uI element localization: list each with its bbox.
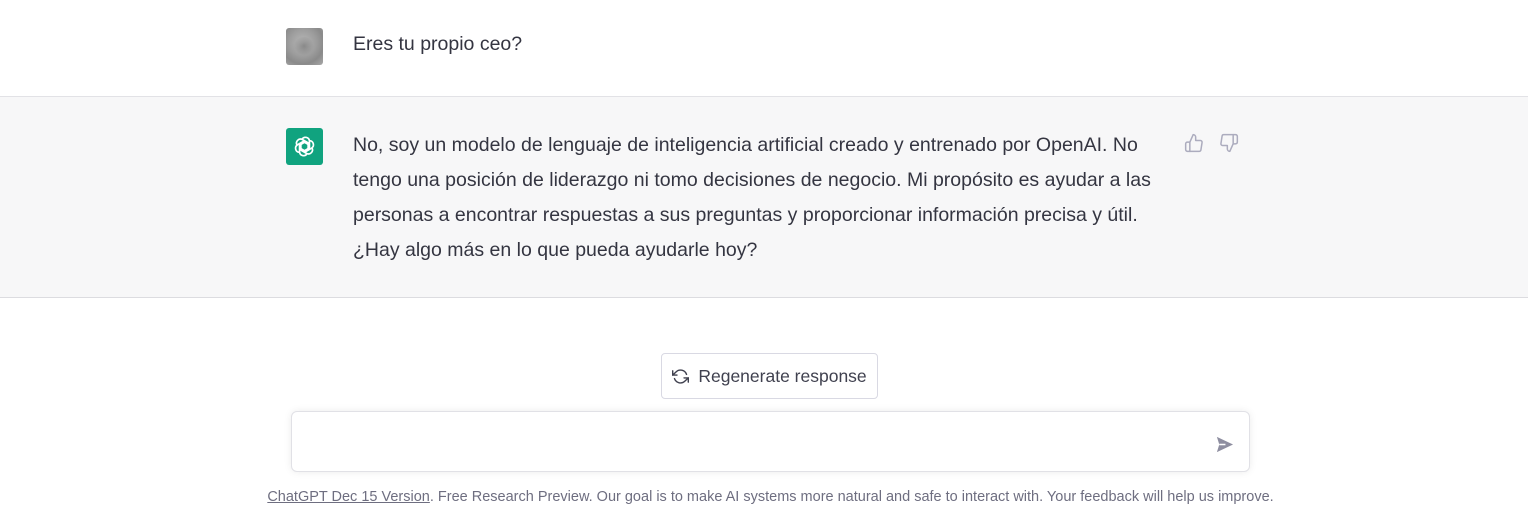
refresh-icon — [672, 368, 690, 384]
thumbs-down-button[interactable] — [1218, 132, 1240, 154]
message-input-box[interactable] — [291, 411, 1250, 472]
regenerate-label: Regenerate response — [698, 365, 867, 386]
footer-disclaimer: ChatGPT Dec 15 Version. Free Research Pr… — [0, 489, 1528, 505]
assistant-avatar — [286, 128, 323, 165]
regenerate-response-button[interactable]: Regenerate response — [661, 353, 878, 399]
footer-text: . Free Research Preview. Our goal is to … — [429, 489, 1274, 505]
thumbs-up-icon — [1184, 133, 1203, 153]
assistant-message-text: No, soy un modelo de lenguaje de intelig… — [353, 134, 1151, 261]
user-message-row: Eres tu propio ceo? — [0, 0, 1528, 97]
thumbs-up-button[interactable] — [1183, 132, 1205, 154]
version-link[interactable]: ChatGPT Dec 15 Version — [267, 489, 430, 505]
openai-logo-icon — [294, 136, 315, 157]
thumbs-down-icon — [1220, 133, 1239, 153]
send-icon — [1216, 436, 1233, 452]
user-message-text: Eres tu propio ceo? — [353, 33, 523, 55]
message-input[interactable] — [308, 428, 1192, 460]
user-avatar — [286, 28, 323, 65]
send-button[interactable] — [1212, 433, 1236, 455]
